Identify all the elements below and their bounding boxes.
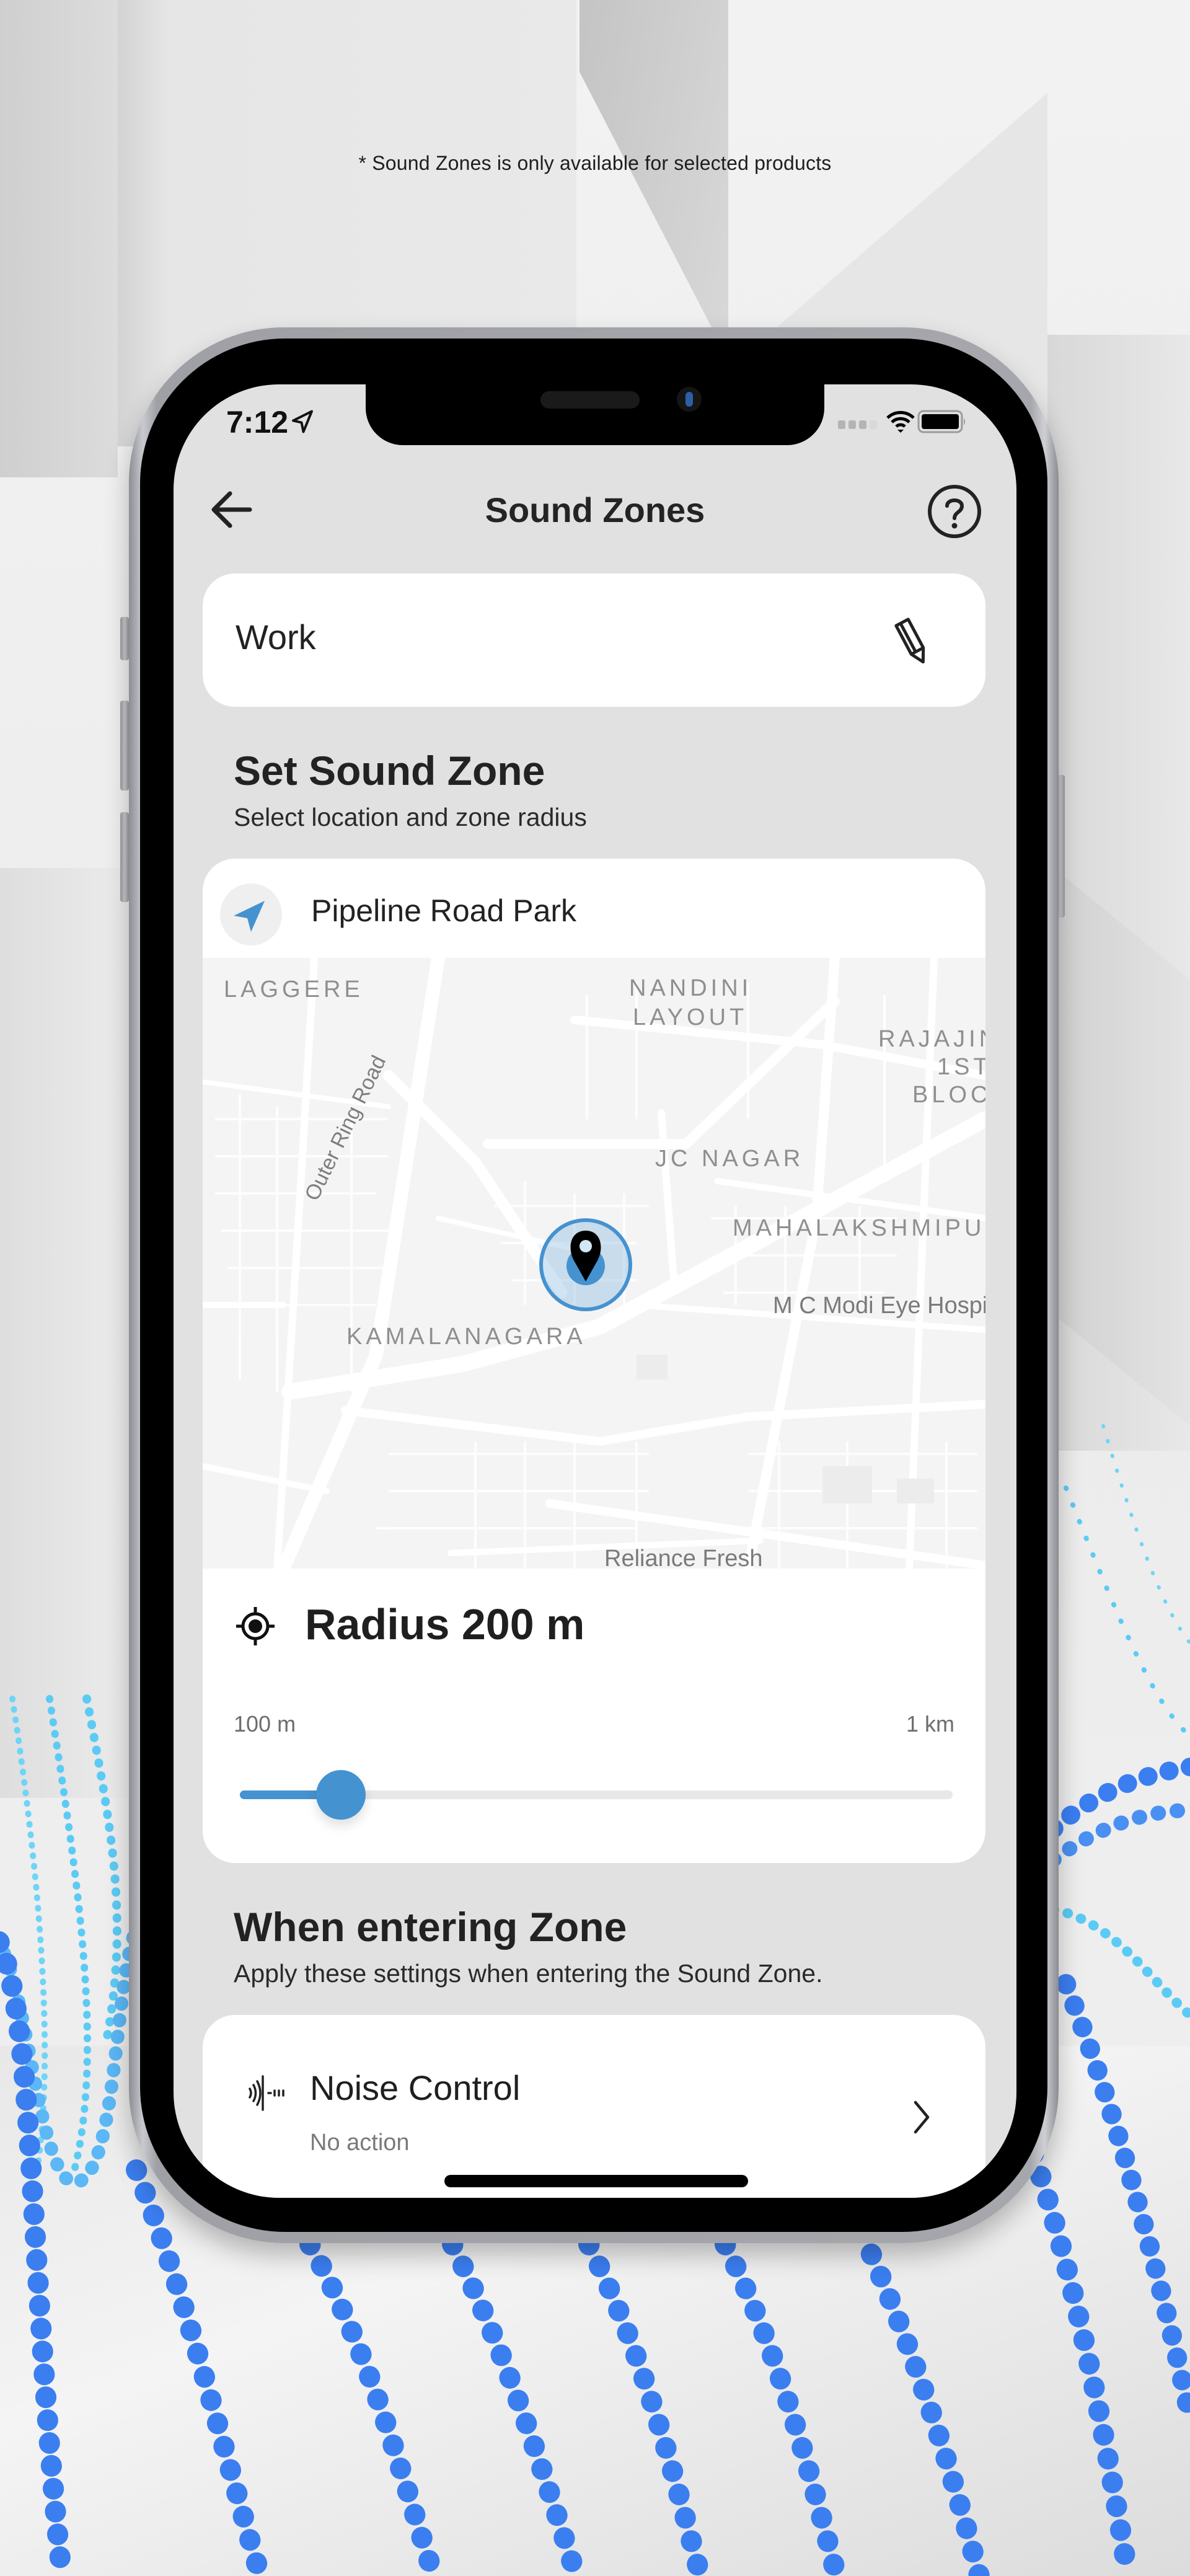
wave-line (442, 2234, 587, 2576)
map-label: MAHALAKSHMIPU (733, 1215, 985, 1241)
map-label: 1ST (937, 1054, 985, 1080)
zone-name-card[interactable]: Work (203, 573, 985, 707)
wifi-icon (886, 410, 915, 433)
map-poi-label: M C Modi Eye Hospita (773, 1293, 985, 1319)
wave-line (299, 2234, 444, 2576)
availability-footnote: * Sound Zones is only available for sele… (358, 152, 832, 174)
question-circle-icon (928, 485, 981, 538)
crosshair-target-icon (236, 1607, 275, 1645)
wave-line (0, 1921, 73, 2576)
radius-max-label: 1 km (906, 1711, 954, 1737)
entering-zone-heading: When entering Zone (234, 1904, 627, 1950)
phone-volume-up-button (120, 701, 129, 790)
page-title: Sound Zones (485, 490, 705, 529)
noise-control-icon (249, 2075, 284, 2111)
help-button[interactable] (927, 484, 982, 539)
chevron-right-icon (914, 2100, 930, 2134)
location-icon-circle (220, 883, 282, 945)
entering-zone-subtitle: Apply these settings when entering the S… (234, 1959, 823, 1988)
wave-line (1006, 2097, 1139, 2576)
map-poi-label: Reliance Fresh (604, 1546, 763, 1569)
navigation-arrow-icon (234, 901, 265, 932)
location-search-row[interactable]: Pipeline Road Park (203, 859, 985, 958)
wave-line (1101, 1424, 1190, 1645)
map-label: KAMALANAGARA (346, 1324, 586, 1350)
zone-name: Work (236, 617, 316, 657)
map-label: LAGGERE (224, 976, 364, 1003)
app-screen: 7:12 Sound Zones Work Set Sound Zone Sel… (174, 384, 1016, 2198)
wave-line (715, 2234, 847, 2576)
wave-line (851, 2221, 990, 2576)
front-camera (677, 387, 702, 412)
status-time: 7:12 (226, 405, 289, 440)
set-zone-heading: Set Sound Zone (234, 748, 545, 794)
radius-value: Radius 200 m (305, 1600, 585, 1649)
radius-min-label: 100 m (234, 1711, 296, 1737)
noise-control-value: No action (310, 2130, 410, 2156)
map-label: RAJAJIN (878, 1026, 985, 1052)
phone-notch (366, 384, 824, 445)
wave-line (82, 1694, 121, 2050)
phone-mute-switch (120, 617, 129, 660)
set-zone-subtitle: Select location and zone radius (234, 803, 587, 831)
map-label: BLOC (912, 1082, 985, 1108)
radius-header: Radius 200 m (203, 1569, 985, 1668)
phone-volume-down-button (120, 812, 129, 902)
location-card: Pipeline Road Park LAGGERE NANDINI LAYOU… (203, 859, 985, 1863)
wave-line (578, 2234, 711, 2576)
location-name: Pipeline Road Park (311, 893, 577, 928)
map-label: JC NAGAR (655, 1146, 804, 1172)
edit-zone-name-button[interactable] (884, 614, 940, 670)
noise-control-title: Noise Control (310, 2068, 521, 2107)
slider-thumb[interactable] (315, 1770, 366, 1820)
battery-icon (917, 410, 965, 433)
map-label: NANDINI (629, 975, 752, 1001)
pencil-icon (894, 617, 925, 664)
wave-line (1064, 1485, 1190, 1738)
map-roads (203, 958, 985, 1569)
map-label: LAYOUT (633, 1004, 748, 1030)
location-arrow-icon (292, 410, 313, 433)
noise-control-row[interactable]: Noise Control No action (203, 2015, 985, 2198)
wave-line (46, 1695, 91, 2174)
cellular-signal-icon (838, 420, 877, 429)
map-view[interactable]: LAGGERE NANDINI LAYOUT RAJAJIN 1ST BLOC … (203, 958, 985, 1569)
earpiece-speaker (540, 391, 640, 409)
home-indicator[interactable] (444, 2175, 748, 2187)
wave-line (1056, 1974, 1190, 2428)
radius-slider[interactable] (240, 1770, 953, 1820)
